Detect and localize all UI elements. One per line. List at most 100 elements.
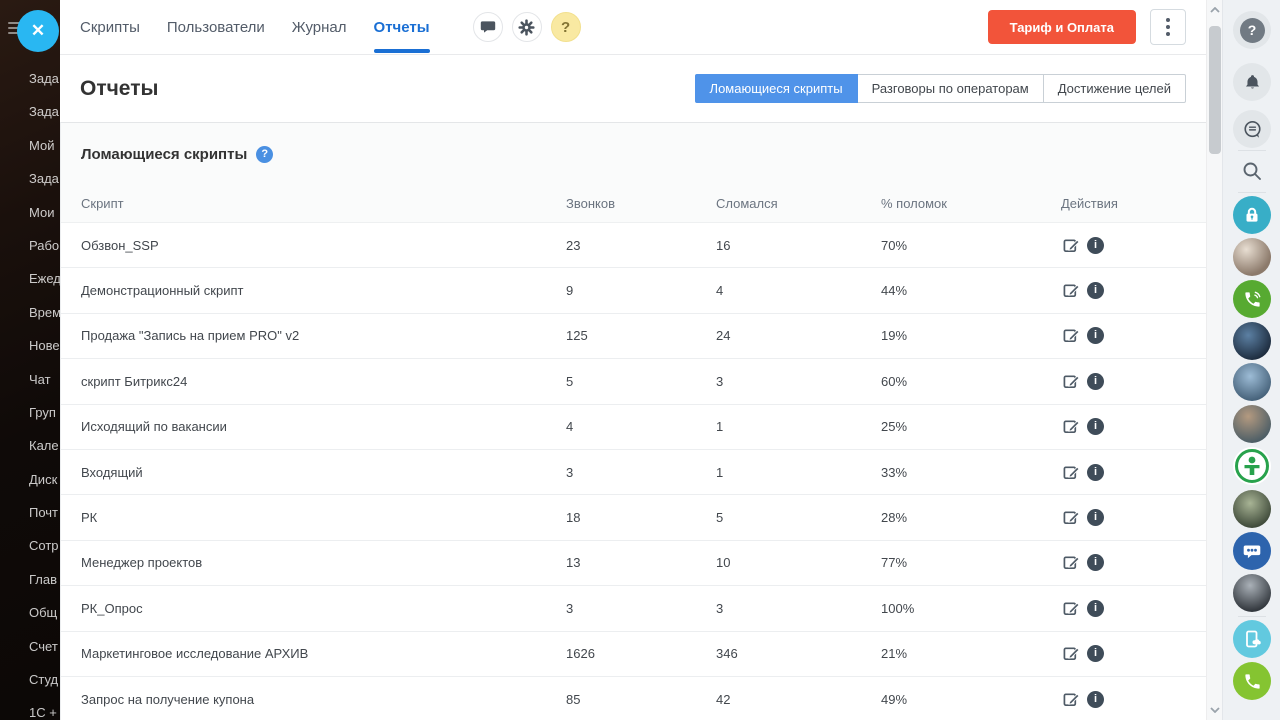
scroll-down-arrow-icon[interactable] [1207,702,1223,718]
info-button[interactable]: i [1087,418,1104,436]
info-button[interactable]: i [1087,282,1104,300]
table-row: РК 18 5 28% i [61,495,1206,541]
percent-value: 33% [881,464,908,480]
scroll-up-arrow-icon[interactable] [1207,2,1223,18]
script-name: Входящий [81,464,143,480]
help-button[interactable]: ? [550,12,581,42]
tab-reports[interactable]: Отчеты [373,0,430,54]
sidebar-item[interactable]: Глав [0,563,60,596]
calls-value: 13 [566,555,581,571]
sidebar-item[interactable]: Диск [0,463,60,496]
tab-users[interactable]: Пользователи [167,0,265,54]
settings-button[interactable] [511,12,542,42]
call-icon [1244,673,1260,689]
info-button[interactable]: i [1087,554,1104,572]
scrollbar-thumb[interactable] [1209,26,1221,154]
info-button[interactable]: i [1087,509,1104,527]
tab-scripts[interactable]: Скрипты [80,0,140,54]
group-chat-icon [1243,545,1261,559]
view-tab-operator-calls[interactable]: Разговоры по операторам [856,74,1044,103]
edit-button[interactable] [1061,371,1081,391]
mobile-app-button[interactable] [1233,620,1271,658]
sidebar-item[interactable]: Чат [0,363,60,396]
column-header-broken: Сломался [716,196,778,211]
sidebar-item[interactable]: Общ [0,596,60,629]
sidebar-item[interactable]: Зада [0,162,60,195]
sidebar-item[interactable]: Кале [0,429,60,462]
edit-button[interactable] [1061,417,1081,437]
edit-button[interactable] [1061,689,1081,709]
sidebar-item[interactable]: Ежед [0,262,60,295]
percent-value: 60% [881,373,908,389]
help-widget-button[interactable]: ? [1233,11,1271,49]
search-button[interactable] [1233,152,1271,190]
bell-icon [1245,74,1259,89]
info-button[interactable]: i [1087,599,1104,617]
calls-value: 125 [566,328,588,344]
more-menu-button[interactable] [1150,9,1186,45]
sidebar-item[interactable]: Мои [0,196,60,229]
script-name: Менеджер проектов [81,555,203,571]
avatar[interactable] [1233,574,1271,612]
feedback-button[interactable] [472,12,503,42]
tab-journal[interactable]: Журнал [292,0,347,54]
billing-button[interactable]: Тариф и Оплата [987,10,1136,44]
call-button[interactable] [1233,662,1271,700]
broken-value: 4 [716,283,724,299]
app-topbar: Скрипты Пользователи Журнал Отчеты ? Тар… [60,0,1206,55]
telephony-app-button[interactable] [1233,280,1271,318]
view-tab-breaking-scripts[interactable]: Ломающиеся скрипты [694,74,858,103]
partner-app-button[interactable] [1233,447,1271,485]
avatar[interactable] [1233,238,1271,276]
edit-button[interactable] [1061,553,1081,573]
info-button[interactable]: i [1087,690,1104,708]
edit-button[interactable] [1061,462,1081,482]
chat-panel-button[interactable] [1233,110,1271,148]
avatar[interactable] [1233,363,1271,401]
sidebar-item[interactable]: Мой [0,129,60,162]
edit-button[interactable] [1061,598,1081,618]
avatar[interactable] [1233,405,1271,443]
group-chat-button[interactable] [1233,532,1271,570]
script-name: Запрос на получение купона [81,691,255,707]
info-button[interactable]: i [1087,645,1104,663]
search-icon [1243,162,1261,180]
edit-button[interactable] [1061,326,1081,346]
edit-button[interactable] [1061,644,1081,664]
sidebar-item[interactable]: Нове [0,329,60,362]
close-widget-button[interactable]: ✕ [17,10,59,52]
info-button[interactable]: i [1087,372,1104,390]
table-row: Маркетинговое исследование АРХИВ 1626 34… [61,631,1206,677]
sidebar-item[interactable]: Врем [0,296,60,329]
sidebar-item[interactable]: 1С + [0,696,60,720]
broken-value: 5 [716,510,724,526]
info-button[interactable]: i [1087,327,1104,345]
notifications-button[interactable] [1233,63,1271,101]
table-row: Продажа "Запись на прием PRO" v2 125 24 … [61,313,1206,360]
edit-icon [1063,556,1080,570]
security-app-button[interactable] [1233,196,1271,234]
table-row: Демонстрационный скрипт 9 4 44% i [61,268,1206,314]
calls-value: 5 [566,373,574,389]
edit-button[interactable] [1061,281,1081,301]
edit-button[interactable] [1061,508,1081,528]
edit-button[interactable] [1061,235,1081,255]
person-logo-icon [1235,449,1269,483]
edit-icon [1063,693,1080,706]
view-tab-goal-achievement[interactable]: Достижение целей [1042,74,1186,103]
sidebar-item[interactable]: Зада [0,62,60,95]
info-button[interactable]: i [1087,463,1104,481]
sidebar-item[interactable]: Рабо [0,229,60,262]
sidebar-item[interactable]: Сотр [0,529,60,562]
sidebar-item[interactable]: Почт [0,496,60,529]
section-help-icon[interactable]: ? [256,145,274,163]
avatar[interactable] [1233,490,1271,528]
sidebar-item[interactable]: Груп [0,396,60,429]
vertical-scrollbar[interactable] [1206,0,1222,720]
sidebar-item[interactable]: Студ [0,663,60,696]
info-button[interactable]: i [1087,236,1104,254]
edit-icon [1063,602,1080,615]
sidebar-item[interactable]: Счет [0,630,60,663]
sidebar-item[interactable]: Зада [0,95,60,128]
avatar[interactable] [1233,322,1271,360]
